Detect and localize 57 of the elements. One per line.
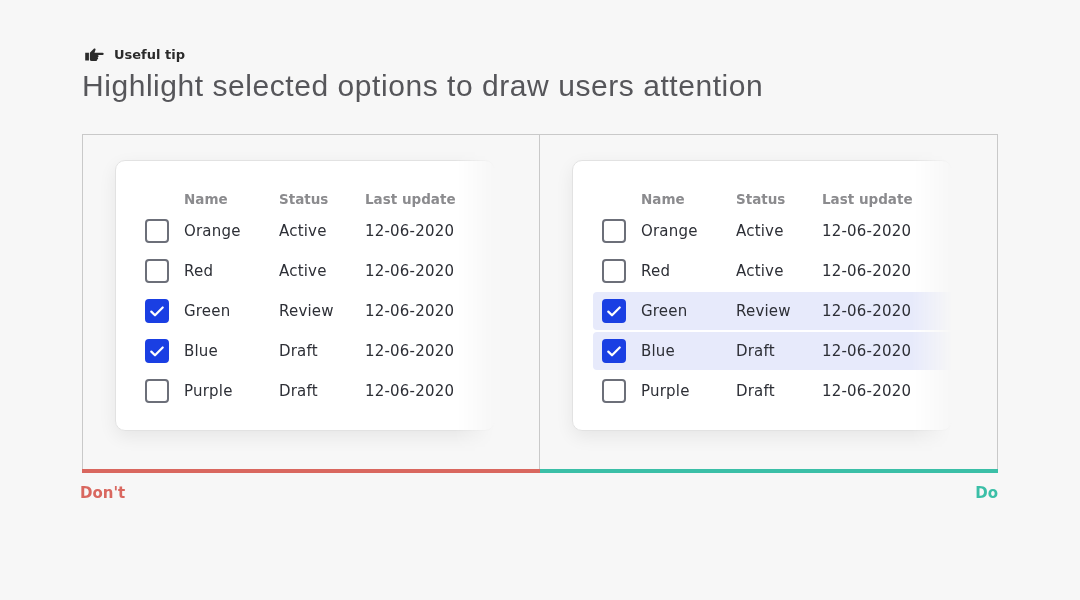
- table-cell-text: Red: [184, 262, 215, 280]
- tip-label: Useful tip: [114, 46, 185, 62]
- column-header: Name: [184, 191, 229, 207]
- highlighted-row[interactable]: Blue Draft 12-06-2020: [593, 332, 951, 370]
- table-cell-text: Blue: [641, 342, 676, 360]
- table-cell-text: Review: [736, 302, 792, 320]
- table-cell-text: Review: [279, 302, 335, 320]
- table-cell-text: Active: [736, 222, 785, 240]
- table-cell-text: Green: [184, 302, 232, 320]
- table-cell-text: 12-06-2020: [365, 302, 456, 320]
- checkbox[interactable]: [602, 259, 626, 283]
- table-cell-text: Active: [279, 262, 328, 280]
- checkbox[interactable]: [602, 379, 626, 403]
- check-icon: [150, 305, 164, 317]
- table-cell-text: 12-06-2020: [365, 342, 456, 360]
- table-cell-text: 12-06-2020: [822, 342, 913, 360]
- table-cell-text: Green: [641, 302, 689, 320]
- check-icon: [150, 345, 164, 357]
- verdict-label: Do: [975, 484, 998, 502]
- table-cell-text: Blue: [184, 342, 219, 360]
- checkbox[interactable]: [145, 299, 169, 323]
- checkbox[interactable]: [602, 339, 626, 363]
- check-icon: [607, 345, 621, 357]
- verdict-label: Don't: [80, 484, 126, 502]
- checkbox[interactable]: [145, 339, 169, 363]
- table-cell-text: Active: [736, 262, 785, 280]
- table-cell-text: 12-06-2020: [365, 222, 456, 240]
- table-cell-text: 12-06-2020: [822, 262, 913, 280]
- pointing-hand-icon: [85, 47, 104, 61]
- table-cell-text: Draft: [279, 342, 319, 360]
- table-cell-text: 12-06-2020: [822, 222, 913, 240]
- table-cell-text: Active: [279, 222, 328, 240]
- table-cell-text: Orange: [184, 222, 242, 240]
- table-cell-text: Draft: [736, 342, 776, 360]
- column-header: Status: [736, 191, 787, 207]
- column-header: Last update: [822, 191, 914, 207]
- table-cell-text: 12-06-2020: [365, 382, 456, 400]
- table-cell-text: Draft: [279, 382, 319, 400]
- column-header: Status: [279, 191, 330, 207]
- checkbox[interactable]: [145, 219, 169, 243]
- check-icon: [607, 305, 621, 317]
- table-cell-text: 12-06-2020: [822, 382, 913, 400]
- checkbox[interactable]: [145, 379, 169, 403]
- column-header: Last update: [365, 191, 457, 207]
- table-cell-text: Draft: [736, 382, 776, 400]
- highlighted-row[interactable]: Green Review 12-06-2020: [593, 292, 951, 330]
- checkbox[interactable]: [602, 219, 626, 243]
- table-cell-text: Red: [641, 262, 672, 280]
- page-title: Highlight selected options to draw users attention: [82, 68, 764, 103]
- checkbox[interactable]: [145, 259, 169, 283]
- table-cell-text: 12-06-2020: [365, 262, 456, 280]
- checkbox[interactable]: [602, 299, 626, 323]
- table-cell-text: Orange: [641, 222, 699, 240]
- column-header: Name: [641, 191, 686, 207]
- table-cell-text: 12-06-2020: [822, 302, 913, 320]
- table-cell-text: Purple: [641, 382, 691, 400]
- table-cell-text: Purple: [184, 382, 234, 400]
